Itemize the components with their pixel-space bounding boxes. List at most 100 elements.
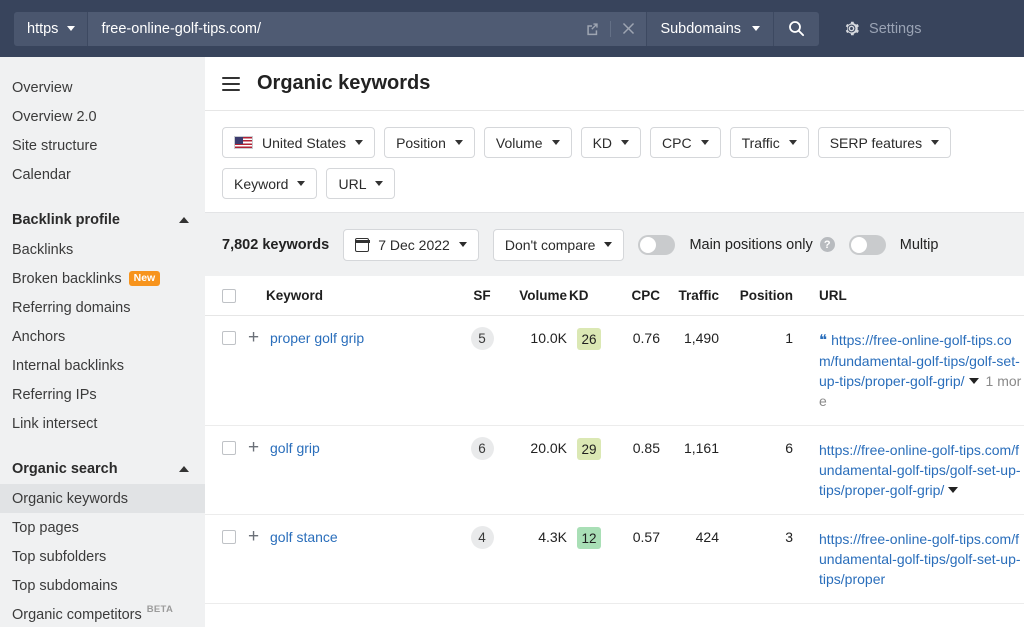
protocol-value: https <box>27 20 59 37</box>
keyword-link[interactable]: proper golf grip <box>270 330 364 346</box>
chevron-down-icon <box>297 181 306 186</box>
date-picker[interactable]: 7 Dec 2022 <box>343 228 479 261</box>
scope-selector[interactable]: Subdomains <box>646 11 774 46</box>
url-link[interactable]: https://free-online-golf-tips.com/fundam… <box>819 531 1021 587</box>
url-text: https://free-online-golf-tips.com/fundam… <box>819 440 1024 500</box>
sf-badge[interactable]: 4 <box>470 526 494 549</box>
filter-keyword[interactable]: Keyword <box>222 168 318 199</box>
url-expand-icon[interactable] <box>948 487 959 493</box>
sidebar-item-overview[interactable]: Overview <box>0 73 205 102</box>
url-link[interactable]: https://free-online-golf-tips.com/fundam… <box>819 442 1021 498</box>
compare-selector[interactable]: Don't compare <box>492 228 625 261</box>
filter-serp-features[interactable]: SERP features <box>817 127 952 158</box>
sf-badge[interactable]: 5 <box>470 327 494 350</box>
sidebar-item-label: Anchors <box>12 328 66 345</box>
main-positions-label: Main positions only <box>689 236 813 253</box>
keyword-link[interactable]: golf stance <box>270 529 338 545</box>
external-link-icon[interactable] <box>585 21 600 36</box>
row-checkbox[interactable] <box>222 331 236 345</box>
column-header-traffic[interactable]: Traffic <box>660 288 719 303</box>
chevron-up-icon <box>179 217 189 223</box>
url-input[interactable]: free-online-golf-tips.com/ <box>87 11 647 46</box>
sf-badge[interactable]: 6 <box>470 437 494 460</box>
chevron-down-icon <box>700 140 709 145</box>
chevron-down-icon <box>355 140 364 145</box>
keyword-link[interactable]: golf grip <box>270 440 320 456</box>
column-header-sf[interactable]: SF <box>459 288 505 303</box>
help-icon[interactable]: ? <box>819 237 835 252</box>
hamburger-menu-icon[interactable] <box>222 76 240 91</box>
sidebar-item-organic-keywords[interactable]: Organic keywords <box>0 484 205 513</box>
gear-icon <box>845 21 859 36</box>
volume-cell: 4.3K <box>538 529 567 545</box>
sidebar-item-link-intersect[interactable]: Link intersect <box>0 409 205 438</box>
kd-badge: 29 <box>577 438 601 460</box>
filter-url[interactable]: URL <box>326 168 396 199</box>
url-text: ❝ https://free-online-golf-tips.com/funda… <box>819 330 1024 411</box>
sf-cell: 4 <box>459 526 505 589</box>
column-header-keyword[interactable]: Keyword <box>248 288 459 303</box>
filter-traffic[interactable]: Traffic <box>729 127 809 158</box>
filter-volume[interactable]: Volume <box>483 127 572 158</box>
main-content: Organic keywords United States Position Vo… <box>205 57 1024 627</box>
sidebar-item-label: Link intersect <box>12 415 98 432</box>
sidebar-item-top-subfolders[interactable]: Top subfolders <box>0 542 205 571</box>
filter-kd[interactable]: KD <box>580 127 642 158</box>
chevron-down-icon <box>621 140 630 145</box>
row-checkbox-cell <box>222 440 248 500</box>
column-header-cpc[interactable]: CPC <box>611 288 660 303</box>
column-header-url[interactable]: URL <box>793 288 1024 303</box>
sidebar-item-backlinks[interactable]: Backlinks <box>0 235 205 264</box>
expand-row-icon[interactable]: + <box>248 438 264 457</box>
sidebar-item-top-pages[interactable]: Top pages <box>0 513 205 542</box>
url-expand-icon[interactable] <box>968 378 979 384</box>
url-input-value: free-online-golf-tips.com/ <box>101 20 262 37</box>
filter-label: URL <box>338 175 367 192</box>
sidebar-item-label: Top pages <box>12 519 79 536</box>
filter-label: Position <box>396 134 446 151</box>
row-checkbox[interactable] <box>222 530 236 544</box>
filter-united-states[interactable]: United States <box>222 127 376 158</box>
settings-button[interactable]: Settings <box>843 20 921 37</box>
expand-row-icon[interactable]: + <box>248 527 264 546</box>
sidebar-item-site-structure[interactable]: Site structure <box>0 131 205 160</box>
sidebar-item-anchors[interactable]: Anchors <box>0 322 205 351</box>
keyword-cell: + golf stance <box>248 527 459 589</box>
select-all-checkbox[interactable] <box>222 289 236 303</box>
main-positions-toggle[interactable] <box>638 234 676 255</box>
sidebar-item-organic-competitors[interactable]: Organic competitors BETA <box>0 600 205 627</box>
filter-cpc[interactable]: CPC <box>650 127 721 158</box>
sidebar-item-referring-domains[interactable]: Referring domains <box>0 293 205 322</box>
sidebar-item-broken-backlinks[interactable]: Broken backlinks New <box>0 264 205 293</box>
sidebar-item-referring-ips[interactable]: Referring IPs <box>0 380 205 409</box>
chevron-down-icon <box>788 140 797 145</box>
sidebar-item-overview-2.0[interactable]: Overview 2.0 <box>0 102 205 131</box>
column-header-position[interactable]: Position <box>719 288 793 303</box>
sidebar-item-internal-backlinks[interactable]: Internal backlinks <box>0 351 205 380</box>
multiple-toggle[interactable] <box>848 234 886 255</box>
sidebar-group-backlink-profile[interactable]: Backlink profile <box>0 205 205 235</box>
column-header-volume[interactable]: Volume <box>505 288 567 303</box>
sidebar-item-calendar[interactable]: Calendar <box>0 160 205 189</box>
kd-badge: 12 <box>577 527 601 549</box>
cpc-cell: 0.57 <box>632 529 660 545</box>
position-cell: 1 <box>785 330 793 346</box>
search-button[interactable] <box>773 11 820 46</box>
chevron-down-icon <box>551 140 560 145</box>
keywords-table: Keyword SF Volume KD CPC Traffic Positio… <box>205 276 1024 604</box>
kd-cell: 29 <box>567 438 611 500</box>
sidebar-group-organic-search[interactable]: Organic search <box>0 454 205 484</box>
sidebar-item-top-subdomains[interactable]: Top subdomains <box>0 571 205 600</box>
position-cell: 3 <box>785 529 793 545</box>
us-flag-icon <box>234 136 253 149</box>
chevron-up-icon <box>179 466 189 472</box>
results-toolbar: 7,802 keywords 7 Dec 2022 Don't compare … <box>205 213 1024 276</box>
sidebar: Overview Overview 2.0 Site structure Calend… <box>0 57 205 627</box>
row-checkbox[interactable] <box>222 441 236 455</box>
close-icon[interactable] <box>621 21 636 36</box>
protocol-selector[interactable]: https <box>14 11 88 46</box>
expand-row-icon[interactable]: + <box>248 328 264 347</box>
column-header-kd[interactable]: KD <box>567 288 611 303</box>
chevron-down-icon <box>375 181 384 186</box>
filter-position[interactable]: Position <box>384 127 475 158</box>
